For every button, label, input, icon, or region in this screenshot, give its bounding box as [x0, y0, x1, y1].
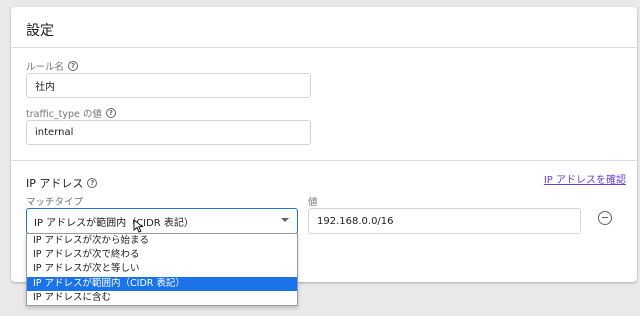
- match-type-dropdown: IP アドレスが次から始まる IP アドレスが次で終わる IP アドレスが次と等…: [26, 233, 298, 306]
- traffic-type-label: traffic_type の値 ?: [26, 106, 116, 120]
- dropdown-option[interactable]: IP アドレスに含む: [27, 291, 297, 305]
- remove-circle-icon[interactable]: [598, 211, 612, 225]
- title-divider: [11, 47, 637, 48]
- rule-name-value: 社内: [35, 82, 55, 93]
- traffic-type-value: internal: [35, 127, 74, 138]
- rule-name-label-text: ルール名: [26, 62, 65, 73]
- dropdown-option[interactable]: IP アドレスが次で終わる: [27, 248, 297, 262]
- match-type-selected: IP アドレスが範囲内（CIDR 表記）: [34, 217, 194, 229]
- ip-section-title-text: IP アドレス: [26, 177, 84, 190]
- match-type-select[interactable]: IP アドレスが範囲内（CIDR 表記）: [26, 208, 298, 234]
- section-divider: [11, 160, 637, 161]
- match-type-label: マッチタイプ: [26, 197, 84, 208]
- card-title: 設定: [26, 23, 54, 39]
- mouse-cursor-icon: [133, 219, 144, 233]
- rule-name-label: ルール名 ?: [26, 59, 79, 73]
- ip-value: 192.168.0.0/16: [317, 215, 394, 227]
- chevron-down-icon: [281, 218, 289, 222]
- dropdown-option[interactable]: IP アドレスが次から始まる: [27, 234, 297, 248]
- confirm-ip-link[interactable]: IP アドレスを確認: [544, 171, 626, 186]
- help-icon[interactable]: ?: [68, 61, 79, 71]
- dropdown-option[interactable]: IP アドレスが次と等しい: [27, 262, 297, 276]
- rule-name-input[interactable]: 社内: [26, 73, 311, 98]
- help-icon[interactable]: ?: [87, 178, 98, 188]
- traffic-type-label-text: traffic_type の値: [26, 109, 102, 120]
- ip-section-title: IP アドレス ?: [26, 175, 98, 191]
- help-icon[interactable]: ?: [105, 108, 116, 118]
- dropdown-option-selected[interactable]: IP アドレスが範囲内（CIDR 表記）: [27, 276, 297, 291]
- traffic-type-input[interactable]: internal: [26, 120, 311, 145]
- ip-value-input[interactable]: 192.168.0.0/16: [308, 208, 581, 234]
- value-label: 値: [308, 197, 318, 208]
